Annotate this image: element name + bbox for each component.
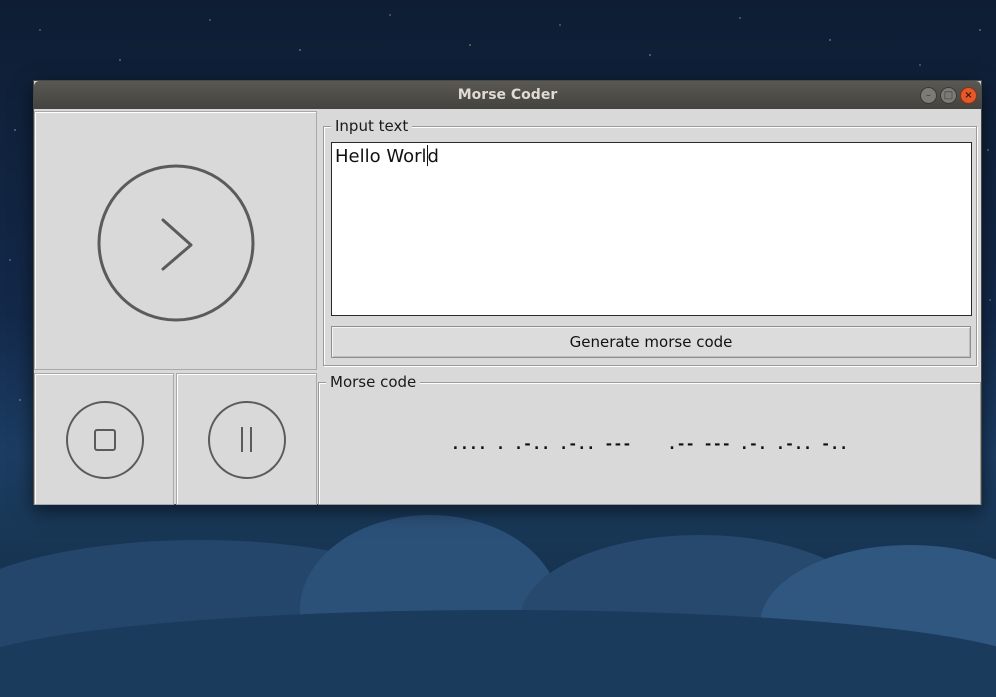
title-bar[interactable]: Morse Coder – □ × xyxy=(34,81,981,109)
app-window: Morse Coder – □ × Input text Hello World… xyxy=(33,80,982,505)
stop-square-icon xyxy=(66,401,144,479)
window-title: Morse Coder xyxy=(457,87,558,103)
input-text-frame: Input text Hello World Generate morse co… xyxy=(323,117,977,366)
input-text-label: Input text xyxy=(331,117,413,135)
pause-button[interactable] xyxy=(176,373,317,505)
morse-code-label: Morse code xyxy=(326,373,421,391)
desktop-dunes xyxy=(0,500,996,697)
close-button[interactable]: × xyxy=(960,87,977,104)
window-content: Input text Hello World Generate morse co… xyxy=(34,109,981,505)
input-text-area[interactable]: Hello World xyxy=(331,142,972,316)
input-text-value: Hello Worl xyxy=(335,146,427,167)
morse-code-output: .... . .-.. .-.. --- .-- --- .-. .-.. -.… xyxy=(450,435,849,453)
pause-bars-icon xyxy=(208,401,286,479)
stop-button[interactable] xyxy=(34,373,174,505)
input-text-value-tail: d xyxy=(427,146,439,167)
minimize-button[interactable]: – xyxy=(920,87,937,104)
play-button[interactable] xyxy=(34,111,317,370)
generate-morse-button[interactable]: Generate morse code xyxy=(331,326,971,358)
morse-code-frame: Morse code .... . .-.. .-.. --- .-- --- … xyxy=(318,373,981,505)
maximize-button[interactable]: □ xyxy=(940,87,957,104)
play-chevron-icon xyxy=(97,164,255,322)
